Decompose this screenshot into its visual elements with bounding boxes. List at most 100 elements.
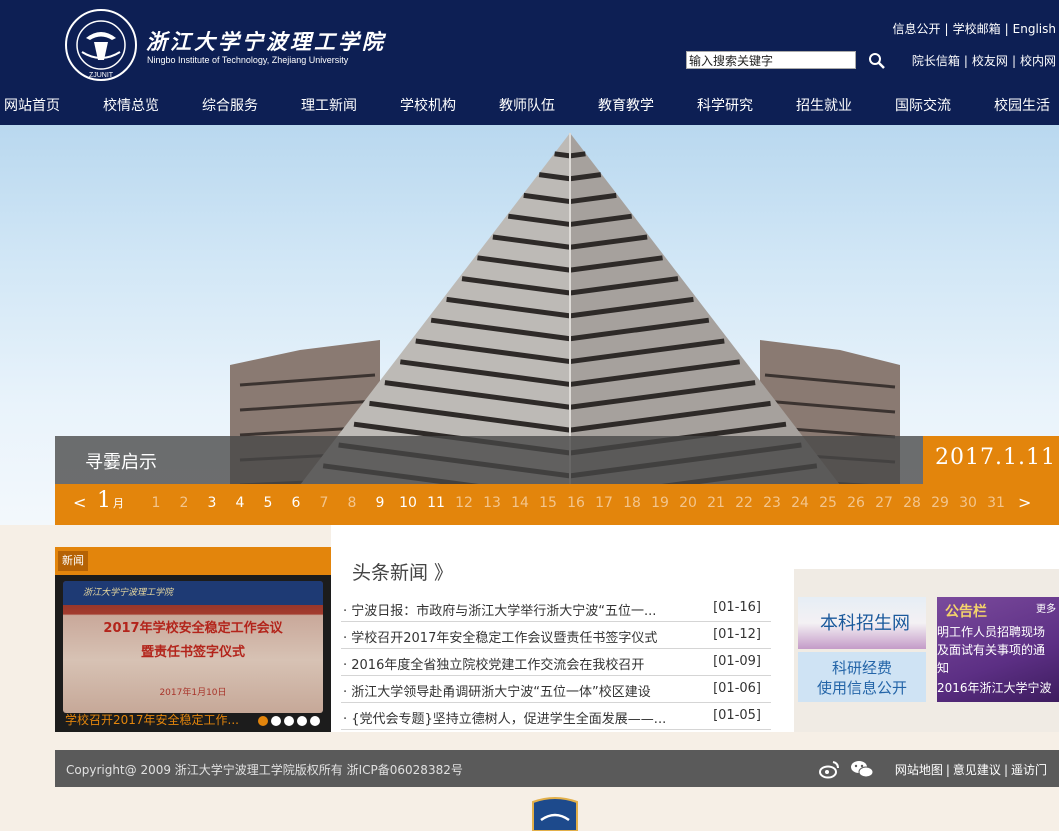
slide-dots xyxy=(258,711,323,730)
day-18[interactable]: 18 xyxy=(618,495,646,511)
nav-overview[interactable]: 校情总览 xyxy=(103,88,159,125)
headline-list: · 宁波日报：市政府与浙江大学举行浙大宁波“五位一... [01-16] · 学校… xyxy=(341,595,771,730)
school-name-en: Ningbo Institute of Technology, Zhejiang… xyxy=(147,55,349,65)
next-month-arrow[interactable]: > xyxy=(1018,493,1031,512)
day-28[interactable]: 28 xyxy=(898,495,926,511)
notice-board-tile[interactable]: 公告栏 更多 明工作人员招聘现场 及面试有关事项的通 知 2016年浙江大学宁波 xyxy=(937,597,1059,702)
nav-admissions[interactable]: 招生就业 xyxy=(796,88,852,125)
slide-dot-2[interactable] xyxy=(271,716,281,726)
headline-item[interactable]: · 浙江大学领导赴甬调研浙大宁波“五位一体”校区建设 [01-06] xyxy=(341,676,771,703)
nav-departments[interactable]: 学校机构 xyxy=(400,88,456,125)
day-3[interactable]: 3 xyxy=(198,495,226,511)
notice-more-link[interactable]: 更多 xyxy=(1036,600,1056,615)
slide-dot-1[interactable] xyxy=(258,716,268,726)
day-21[interactable]: 21 xyxy=(702,495,730,511)
banner-caption[interactable]: 寻霎启示 xyxy=(85,448,157,474)
english-link[interactable]: English xyxy=(1013,22,1056,36)
nav-campus-life[interactable]: 校园生活 xyxy=(994,88,1050,125)
day-25[interactable]: 25 xyxy=(814,495,842,511)
hero-banner[interactable]: 寻霎启示 2017.1.11 < 1月 1 2 3 4 5 6 7 8 9 10 11 12 13 14 1… xyxy=(0,125,1059,525)
day-30[interactable]: 30 xyxy=(954,495,982,511)
site-footer: Copyright@ 2009 浙江大学宁波理工学院版权所有 浙ICP备0602… xyxy=(55,750,1059,787)
day-24[interactable]: 24 xyxy=(786,495,814,511)
notice-board-title: 公告栏 xyxy=(945,604,987,620)
nav-research[interactable]: 科学研究 xyxy=(697,88,753,125)
scroll-top-badge-icon[interactable] xyxy=(529,796,581,831)
headline-news: 头条新闻 》 · 宁波日报：市政府与浙江大学举行浙大宁波“五位一... [01-1… xyxy=(331,547,794,732)
day-13[interactable]: 13 xyxy=(478,495,506,511)
slide-banner-text: 浙江大学宁波理工学院 xyxy=(83,588,174,598)
slide-title-2: 暨责任书签字仪式 xyxy=(140,645,245,660)
quick-links-panel: 本科招生网 科研经费 使用信息公开 公告栏 更多 明工作人员招聘现场 及面试有关… xyxy=(794,569,1059,732)
nav-faculty[interactable]: 教师队伍 xyxy=(499,88,555,125)
prev-month-arrow[interactable]: < xyxy=(73,493,86,512)
day-19[interactable]: 19 xyxy=(646,495,674,511)
banner-date-box: 2017.1.11 xyxy=(923,436,1059,484)
search-input[interactable] xyxy=(686,51,856,69)
day-14[interactable]: 14 xyxy=(506,495,534,511)
day-15[interactable]: 15 xyxy=(534,495,562,511)
day-11[interactable]: 11 xyxy=(422,495,450,511)
headline-item[interactable]: · {党代会专题}坚持立德树人，促进学生全面发展——... [01-05] xyxy=(341,703,771,730)
day-4[interactable]: 4 xyxy=(226,495,254,511)
day-16[interactable]: 16 xyxy=(562,495,590,511)
day-31[interactable]: 31 xyxy=(982,495,1010,511)
remote-access-link[interactable]: 遥访门 xyxy=(1011,763,1047,777)
day-7[interactable]: 7 xyxy=(310,495,338,511)
feedback-link[interactable]: 意见建议 xyxy=(953,763,1001,777)
day-22[interactable]: 22 xyxy=(730,495,758,511)
day-27[interactable]: 27 xyxy=(870,495,898,511)
research-funding-tile[interactable]: 科研经费 使用信息公开 xyxy=(798,652,926,702)
headline-item[interactable]: · 学校召开2017年安全稳定工作会议暨责任书签字仪式 [01-12] xyxy=(341,622,771,649)
day-6[interactable]: 6 xyxy=(282,495,310,511)
day-26[interactable]: 26 xyxy=(842,495,870,511)
day-12[interactable]: 12 xyxy=(450,495,478,511)
headline-title[interactable]: 头条新闻 》 xyxy=(352,558,453,585)
wechat-icon[interactable] xyxy=(850,759,874,779)
photo-news-caption[interactable]: 学校召开2017年安全稳定工作... xyxy=(65,711,239,728)
nav-services[interactable]: 综合服务 xyxy=(202,88,258,125)
day-29[interactable]: 29 xyxy=(926,495,954,511)
sub-links: 院长信箱 | 校友网 | 校内网 xyxy=(911,54,1056,68)
day-9[interactable]: 9 xyxy=(366,495,394,511)
search-icon[interactable] xyxy=(866,51,888,71)
nav-international[interactable]: 国际交流 xyxy=(895,88,951,125)
day-2[interactable]: 2 xyxy=(170,495,198,511)
month-label: 1月 xyxy=(97,488,124,513)
news-slide-image[interactable]: 浙江大学宁波理工学院 2017年学校安全稳定工作会议 暨责任书签字仪式 2017… xyxy=(63,581,323,713)
slide-dot-5[interactable] xyxy=(310,716,320,726)
school-name-cn: 浙江大学宁波理工学院 xyxy=(146,29,386,54)
school-logo[interactable]: ZJUNIT xyxy=(64,8,138,82)
nav-home[interactable]: 网站首页 xyxy=(4,88,60,125)
admission-tile[interactable]: 本科招生网 xyxy=(798,597,926,649)
banner-date: 2017.1.11 xyxy=(935,445,1056,470)
alumni-link[interactable]: 校友网 xyxy=(972,54,1008,68)
nav-news[interactable]: 理工新闻 xyxy=(301,88,357,125)
photo-news: 新闻 浙江大学宁波理工学院 2017年学校安全稳定工作会议 暨责任书签字仪式 2… xyxy=(55,547,331,732)
intranet-link[interactable]: 校内网 xyxy=(1020,54,1056,68)
slide-dot-3[interactable] xyxy=(284,716,294,726)
info-disclosure-link[interactable]: 信息公开 xyxy=(893,22,941,36)
day-20[interactable]: 20 xyxy=(674,495,702,511)
site-header: ZJUNIT 浙江大学宁波理工学院 Ningbo Institute of Te… xyxy=(0,0,1059,125)
slide-date: 2017年1月10日 xyxy=(159,688,227,698)
headline-item[interactable]: · 宁波日报：市政府与浙江大学举行浙大宁波“五位一... [01-16] xyxy=(341,595,771,622)
school-email-link[interactable]: 学校邮箱 xyxy=(953,22,1001,36)
slide-title-1: 2017年学校安全稳定工作会议 xyxy=(103,621,283,636)
headline-item[interactable]: · 2016年度全省独立院校党建工作交流会在我校召开 [01-09] xyxy=(341,649,771,676)
day-17[interactable]: 17 xyxy=(590,495,618,511)
sitemap-link[interactable]: 网站地图 xyxy=(895,763,943,777)
day-5[interactable]: 5 xyxy=(254,495,282,511)
news-tag[interactable]: 新闻 xyxy=(58,551,88,571)
banner-caption-bar[interactable]: 寻霎启示 xyxy=(55,436,923,484)
footer-links: 网站地图 | 意见建议 | 遥访门 xyxy=(894,763,1047,777)
weibo-icon[interactable] xyxy=(818,759,840,779)
day-8[interactable]: 8 xyxy=(338,495,366,511)
day-1[interactable]: 1 xyxy=(142,495,170,511)
day-10[interactable]: 10 xyxy=(394,495,422,511)
day-23[interactable]: 23 xyxy=(758,495,786,511)
president-mailbox-link[interactable]: 院长信箱 xyxy=(912,54,960,68)
svg-text:ZJUNIT: ZJUNIT xyxy=(89,72,114,79)
slide-dot-4[interactable] xyxy=(297,716,307,726)
nav-education[interactable]: 教育教学 xyxy=(598,88,654,125)
